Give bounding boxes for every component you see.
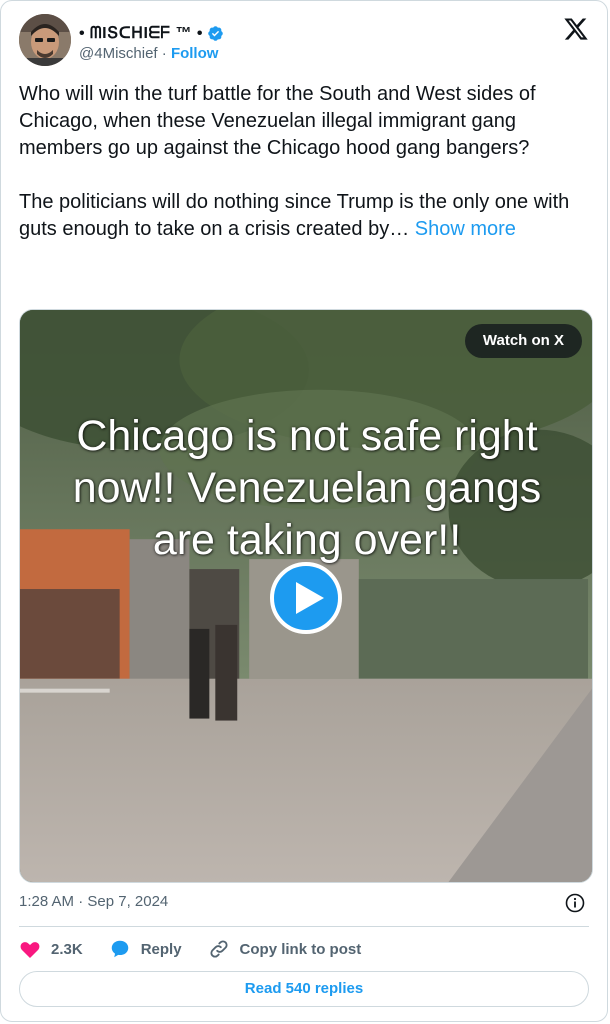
timestamp[interactable]: 1:28 AM · Sep 7, 2024 — [19, 893, 168, 910]
video-caption-overlay: Chicago is not safe right now!! Venezuel… — [20, 410, 592, 566]
handle[interactable]: @4Mischief — [79, 45, 158, 62]
follow-button[interactable]: Follow — [171, 45, 219, 62]
caption-line-1: Chicago is not safe right — [76, 412, 538, 460]
divider — [19, 926, 589, 927]
like-button[interactable]: 2.3K — [19, 938, 83, 960]
name-row: • ᗰIՏᑕᕼIᗴᖴ ™ • — [79, 23, 224, 43]
copy-link-button[interactable]: Copy link to post — [208, 938, 362, 960]
x-logo-icon[interactable] — [563, 16, 589, 42]
copy-link-label: Copy link to post — [239, 940, 362, 958]
read-replies-button[interactable]: Read 540 replies — [19, 971, 589, 1007]
caption-line-2: now!! Venezuelan gangs — [72, 464, 542, 512]
tweet-body: Who will win the turf battle for the Sou… — [19, 83, 570, 240]
timestamp-row: 1:28 AM · Sep 7, 2024 — [19, 893, 589, 913]
play-button[interactable] — [270, 562, 342, 634]
link-icon — [210, 940, 228, 958]
caption-line-3: are taking over!! — [152, 516, 462, 564]
handle-row: @4Mischief · Follow — [79, 45, 218, 62]
tweet-header: • ᗰIՏᑕᕼIᗴᖴ ™ • @4Mischief · Follow — [19, 14, 589, 70]
avatar[interactable] — [19, 14, 71, 66]
info-icon[interactable] — [565, 893, 585, 913]
tweet-text: Who will win the turf battle for the Sou… — [19, 81, 593, 243]
separator: · — [161, 45, 167, 62]
like-count: 2.3K — [51, 940, 83, 958]
action-bar: 2.3K Reply Copy link to post — [19, 936, 589, 962]
show-more-link[interactable]: Show more — [415, 218, 516, 240]
reply-bubble-icon — [111, 940, 128, 958]
watch-on-x-button[interactable]: Watch on X — [464, 324, 582, 358]
display-name[interactable]: • ᗰIՏᑕᕼIᗴᖴ ™ • — [79, 23, 203, 43]
video-media[interactable]: Chicago is not safe right now!! Venezuel… — [19, 309, 593, 883]
heart-icon — [20, 942, 40, 958]
play-icon — [296, 582, 324, 614]
reply-label: Reply — [140, 940, 182, 958]
reply-button[interactable]: Reply — [109, 938, 182, 960]
verified-badge-icon — [207, 25, 224, 42]
tweet-card: • ᗰIՏᑕᕼIᗴᖴ ™ • @4Mischief · Follow Who w… — [0, 0, 608, 1022]
